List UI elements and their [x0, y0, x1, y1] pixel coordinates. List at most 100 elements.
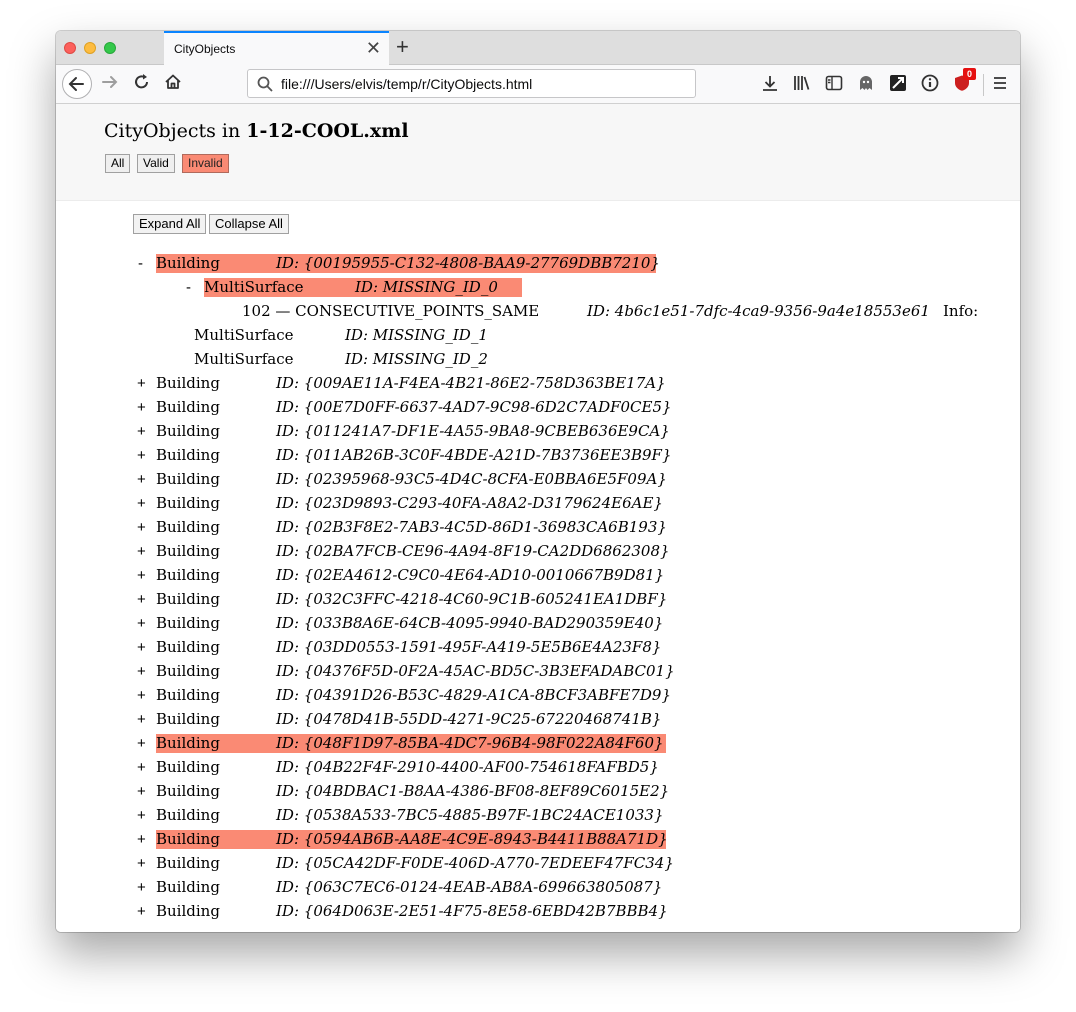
- object-id: ID: {011241A7-DF1E-4A55-9BA8-9CBEB636E9C…: [276, 422, 670, 440]
- expand-toggle[interactable]: +: [137, 542, 146, 561]
- notification-badge: 0: [963, 68, 976, 80]
- tab-cityobjects[interactable]: CityObjects ✕: [164, 31, 389, 65]
- object-id: ID: {063C7EC6-0124-4EAB-AB8A-69966380508…: [276, 878, 663, 896]
- back-button[interactable]: [62, 69, 92, 99]
- object-id: ID: {00E7D0FF-6637-4AD7-9C98-6D2C7ADF0CE…: [276, 398, 672, 416]
- nav-bar: file:///Users/elvis/temp/r/CityObjects.h…: [56, 65, 1020, 104]
- expand-toggle[interactable]: +: [137, 782, 146, 801]
- expand-toggle[interactable]: +: [137, 470, 146, 489]
- object-type: Building: [156, 854, 220, 872]
- tree-row[interactable]: + Building ID: {05CA42DF-F0DE-406D-A770-7E…: [136, 854, 674, 873]
- tree-row[interactable]: + Building ID: {048F1D97-85BA-4DC7-96B4-98…: [136, 734, 666, 753]
- expand-toggle[interactable]: +: [137, 878, 146, 897]
- ghost-extension-icon[interactable]: [857, 74, 875, 92]
- hamburger-menu-icon[interactable]: [992, 74, 1008, 92]
- extension-icon[interactable]: [889, 74, 907, 92]
- expand-toggle[interactable]: +: [137, 854, 146, 873]
- object-type: Building: [156, 446, 220, 464]
- expand-toggle[interactable]: +: [137, 758, 146, 777]
- tree-row-expanded[interactable]: - Building ID: {00195955-C132-4808-BAA9-…: [136, 254, 660, 273]
- expand-all-button[interactable]: Expand All: [133, 214, 207, 234]
- expand-toggle[interactable]: +: [137, 662, 146, 681]
- tree-row[interactable]: + Building ID: {04B22F4F-2910-4400-AF00-75…: [136, 758, 666, 777]
- expand-toggle[interactable]: +: [137, 806, 146, 825]
- error-code: 102 — CONSECUTIVE_POINTS_SAME: [242, 302, 540, 320]
- expand-toggle[interactable]: +: [137, 734, 146, 753]
- object-id: ID: {064D063E-2E51-4F75-8E58-6EBD42B7BBB…: [276, 902, 668, 920]
- tree-row[interactable]: + Building ID: {0538A533-7BC5-4885-B97F-1B…: [136, 806, 666, 825]
- tree-row[interactable]: + Building ID: {063C7EC6-0124-4EAB-AB8A-69…: [136, 878, 666, 897]
- tree-row[interactable]: + Building ID: {0478D41B-55DD-4271-9C25-67…: [136, 710, 666, 729]
- collapse-toggle[interactable]: -: [186, 278, 191, 297]
- tree-row[interactable]: + Building ID: {064D063E-2E51-4F75-8E58-6E…: [136, 902, 668, 921]
- expand-toggle[interactable]: +: [137, 566, 146, 585]
- filter-all-button[interactable]: All: [105, 154, 131, 173]
- filter-invalid-button[interactable]: Invalid: [182, 154, 229, 173]
- tree-row[interactable]: + Building ID: {02EA4612-C9C0-4E64-AD10-00…: [136, 566, 666, 585]
- object-id: ID: {033B8A6E-64CB-4095-9940-BAD290359E4…: [276, 614, 664, 632]
- tree-row[interactable]: + Building ID: {032C3FFC-4218-4C60-9C1B-60…: [136, 590, 667, 609]
- object-type: Building: [156, 686, 220, 704]
- tree-row[interactable]: + Building ID: {023D9893-C293-40FA-A8A2-D3…: [136, 494, 666, 513]
- tree-row[interactable]: + Building ID: {009AE11A-F4EA-4B21-86E2-75…: [136, 374, 666, 393]
- expand-toggle[interactable]: +: [137, 518, 146, 537]
- object-type: Building: [156, 734, 220, 752]
- expand-toggle[interactable]: +: [137, 494, 146, 513]
- filter-valid-button[interactable]: Valid: [137, 154, 175, 173]
- tree-row[interactable]: + Building ID: {02BA7FCB-CE96-4A94-8F19-CA…: [136, 542, 670, 561]
- object-id: ID: MISSING_ID_0: [355, 278, 498, 296]
- object-type: Building: [156, 902, 220, 920]
- expand-toggle[interactable]: +: [137, 710, 146, 729]
- expand-toggle[interactable]: +: [137, 830, 146, 849]
- window-maximize-button[interactable]: [104, 42, 116, 54]
- tree-row[interactable]: + Building ID: {00E7D0FF-6637-4AD7-9C98-6D…: [136, 398, 672, 417]
- object-id: ID: {03DD0553-1591-495F-A419-5E5B6E4A23F…: [276, 638, 662, 656]
- object-id: ID: {02BA7FCB-CE96-4A94-8F19-CA2DD686230…: [276, 542, 670, 560]
- tree-row-child-expanded[interactable]: - MultiSurface ID: MISSING_ID_0: [184, 278, 524, 297]
- error-id: ID: 4b6c1e51-7dfc-4ca9-9356-9a4e18553e61: [587, 302, 930, 320]
- tree-row[interactable]: + Building ID: {04BDBAC1-B8AA-4386-BF08-8E…: [136, 782, 669, 801]
- sidebar-icon[interactable]: [825, 74, 843, 92]
- object-type: Building: [156, 782, 220, 800]
- tree-row[interactable]: + Building ID: {011241A7-DF1E-4A55-9BA8-9C…: [136, 422, 670, 441]
- object-type: Building: [156, 710, 220, 728]
- expand-toggle[interactable]: +: [137, 422, 146, 441]
- info-icon[interactable]: [921, 74, 939, 92]
- reload-icon[interactable]: [132, 72, 152, 92]
- url-bar[interactable]: file:///Users/elvis/temp/r/CityObjects.h…: [247, 69, 696, 98]
- download-icon[interactable]: [761, 74, 779, 92]
- tree-row[interactable]: + Building ID: {03DD0553-1591-495F-A419-5E…: [136, 638, 666, 657]
- expand-toggle[interactable]: +: [137, 446, 146, 465]
- home-icon[interactable]: [163, 72, 183, 92]
- tree-row[interactable]: + Building ID: {02395968-93C5-4D4C-8CFA-E0…: [136, 470, 667, 489]
- expand-toggle[interactable]: +: [137, 686, 146, 705]
- expand-toggle[interactable]: +: [137, 638, 146, 657]
- back-arrow-icon: [68, 77, 84, 91]
- tree-row[interactable]: + Building ID: {02B3F8E2-7AB3-4C5D-86D1-36…: [136, 518, 667, 537]
- close-tab-icon[interactable]: ✕: [366, 38, 381, 58]
- expand-toggle[interactable]: +: [137, 398, 146, 417]
- tree-row[interactable]: + Building ID: {0594AB6B-AA8E-4C9E-8943-B4…: [136, 830, 668, 849]
- tree-row[interactable]: + Building ID: {04376F5D-0F2A-45AC-BD5C-3B…: [136, 662, 675, 681]
- collapse-all-button[interactable]: Collapse All: [209, 214, 289, 234]
- page-title: CityObjects in 1-12-COOL.xml: [104, 120, 409, 142]
- tree-row[interactable]: + Building ID: {011AB26B-3C0F-4BDE-A21D-7B…: [136, 446, 672, 465]
- window-minimize-button[interactable]: [84, 42, 96, 54]
- tree-row[interactable]: + Building ID: {033B8A6E-64CB-4095-9940-BA…: [136, 614, 666, 633]
- expand-toggle[interactable]: +: [137, 374, 146, 393]
- object-type: MultiSurface: [204, 278, 304, 296]
- tree-row[interactable]: + Building ID: {04391D26-B53C-4829-A1CA-8B…: [136, 686, 671, 705]
- new-tab-icon[interactable]: +: [396, 35, 409, 59]
- tree-row-child[interactable]: MultiSurface ID: MISSING_ID_1: [194, 326, 534, 345]
- tree-row-child[interactable]: MultiSurface ID: MISSING_ID_2: [194, 350, 534, 369]
- object-type: Building: [156, 638, 220, 656]
- library-icon[interactable]: [793, 74, 811, 92]
- collapse-toggle[interactable]: -: [138, 254, 143, 273]
- scroll-fade: [56, 922, 1020, 932]
- forward-arrow-icon[interactable]: [100, 72, 120, 92]
- object-type: Building: [156, 398, 220, 416]
- expand-toggle[interactable]: +: [137, 590, 146, 609]
- window-close-button[interactable]: [64, 42, 76, 54]
- expand-toggle[interactable]: +: [137, 614, 146, 633]
- expand-toggle[interactable]: +: [137, 902, 146, 921]
